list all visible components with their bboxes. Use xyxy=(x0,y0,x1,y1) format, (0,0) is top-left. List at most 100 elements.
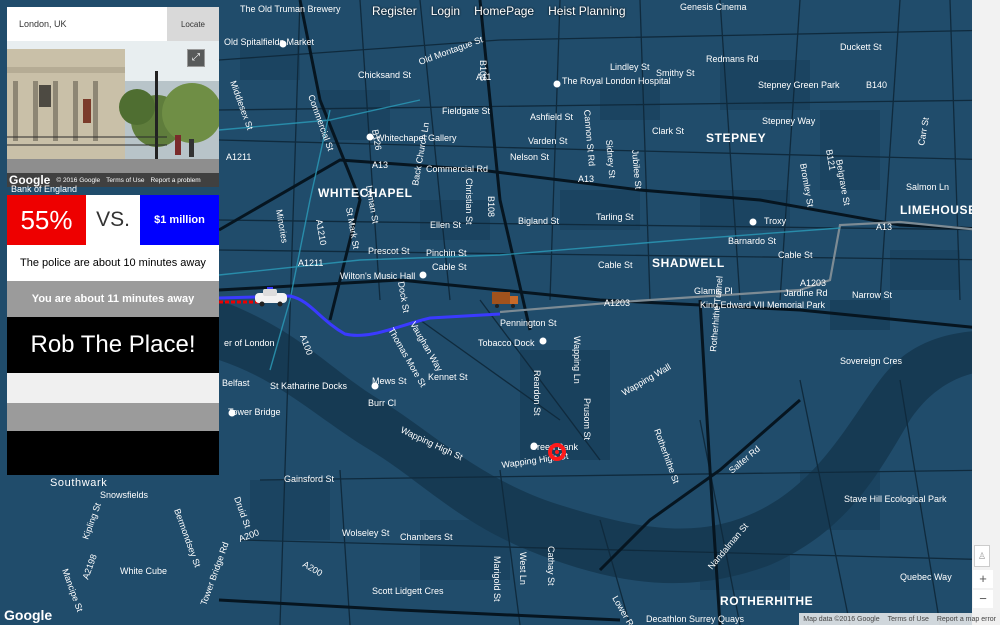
label-cathay: Cathay St xyxy=(546,546,556,586)
label-christian: Christian St xyxy=(464,178,474,225)
empty-bar-black xyxy=(7,431,219,475)
prize-amount: $1 million xyxy=(140,195,219,245)
street-view-copyright: © 2016 Google xyxy=(56,176,101,184)
shield-a1203-2: A1203 xyxy=(800,278,826,288)
nav-heist-planning-link[interactable]: Heist Planning xyxy=(548,4,625,18)
label-prescot: Prescot St xyxy=(368,246,410,256)
label-tower-of-london: er of London xyxy=(224,338,275,348)
label-cable-1: Cable St xyxy=(432,262,467,272)
label-prusom: Prusom St xyxy=(582,398,592,441)
label-marigold: Marigold St xyxy=(492,556,502,602)
label-decathlon: Decathlon Surrey Quays xyxy=(646,614,745,624)
label-barnardo: Barnardo St xyxy=(728,236,777,246)
label-ellen: Ellen St xyxy=(430,220,462,230)
label-nelson: Nelson St xyxy=(510,152,550,162)
shield-a13-3: A13 xyxy=(876,222,892,232)
shield-b140: B140 xyxy=(866,80,887,90)
label-cable-2: Cable St xyxy=(598,260,633,270)
label-tower-bridge: Tower Bridge xyxy=(228,407,281,417)
label-tarling: Tarling St xyxy=(596,212,634,222)
label-pinchin: Pinchin St xyxy=(426,248,467,258)
label-truman: The Old Truman Brewery xyxy=(240,4,341,14)
label-reardon: Reardon St xyxy=(532,370,542,416)
heist-panel: Locate xyxy=(7,7,219,475)
label-spitalfields: Old Spitalfields Market xyxy=(224,37,315,47)
label-duckett: Duckett St xyxy=(840,42,882,52)
label-lindley: Lindley St xyxy=(610,62,650,72)
locate-button[interactable]: Locate xyxy=(167,7,219,41)
label-genesis: Genesis Cinema xyxy=(680,2,747,12)
shield-b108-2: B108 xyxy=(478,60,488,81)
versus-label: VS. xyxy=(86,195,140,245)
label-tobacco-dock: Tobacco Dock xyxy=(478,338,535,348)
label-white-cube: White Cube xyxy=(120,566,167,576)
map-google-logo: Google xyxy=(4,607,53,623)
label-kennet: Kennet St xyxy=(428,372,468,382)
label-wapping-ln: Wapping Ln xyxy=(572,336,582,384)
odds-row: 55% VS. $1 million xyxy=(7,195,219,245)
label-sovereign: Sovereign Cres xyxy=(840,356,903,366)
label-fieldgate: Fieldgate St xyxy=(442,106,491,116)
nav-register-link[interactable]: Register xyxy=(372,4,417,18)
label-redmans: Redmans Rd xyxy=(706,54,759,64)
success-percent: 55% xyxy=(7,195,86,245)
label-bigland: Bigland St xyxy=(518,216,560,226)
label-salmon: Salmon Ln xyxy=(906,182,949,192)
map-data-credit: Map data ©2016 Google xyxy=(803,615,880,623)
empty-bar-grey xyxy=(7,403,219,431)
map-app: WHITECHAPEL STEPNEY LIMEHOUSE SHADWELL R… xyxy=(0,0,1000,625)
label-clark: Clark St xyxy=(652,126,685,136)
label-st-katharine: St Katharine Docks xyxy=(270,381,348,391)
expand-icon[interactable]: ⤢ xyxy=(187,49,205,67)
top-nav: Register Login HomePage Heist Planning xyxy=(372,4,626,18)
label-troxy: Troxy xyxy=(764,216,787,226)
shield-a1211: A1211 xyxy=(226,152,251,162)
label-ashfield: Ashfield St xyxy=(530,112,574,122)
rob-the-place-button[interactable]: Rob The Place! xyxy=(7,317,219,373)
area-stepney: STEPNEY xyxy=(706,131,766,145)
label-quebec: Quebec Way xyxy=(900,572,952,582)
label-varden: Varden St xyxy=(528,136,568,146)
label-belfast: Belfast xyxy=(222,378,250,388)
map-report-link[interactable]: Report a map error xyxy=(937,616,996,623)
street-view-report-link[interactable]: Report a problem xyxy=(150,177,200,184)
label-chicksand: Chicksand St xyxy=(358,70,412,80)
label-wiltons: Wilton's Music Hall xyxy=(340,271,415,281)
label-whitechapel-gallery: Whitechapel Gallery xyxy=(376,133,457,143)
label-pennington: Pennington St xyxy=(500,318,557,328)
your-eta: You are about 11 minutes away xyxy=(7,281,219,317)
nav-login-link[interactable]: Login xyxy=(431,4,460,18)
shield-a13-2: A13 xyxy=(578,174,594,184)
street-view-terms-link[interactable]: Terms of Use xyxy=(106,177,144,184)
label-commercial-rd: Commercial Rd xyxy=(426,164,488,174)
label-wolseley: Wolseley St xyxy=(342,528,390,538)
shield-a1203: A1203 xyxy=(604,298,630,308)
label-narrow: Narrow St xyxy=(852,290,893,300)
area-rotherhithe: ROTHERHITHE xyxy=(720,594,813,608)
label-gainsford: Gainsford St xyxy=(284,474,335,484)
shield-b108: B108 xyxy=(486,196,496,217)
empty-bar-white xyxy=(7,373,219,403)
location-search-input[interactable] xyxy=(7,7,167,41)
area-shadwell: SHADWELL xyxy=(652,256,725,270)
label-snowsfields: Snowsfields xyxy=(100,490,149,500)
zoom-in-button[interactable]: + xyxy=(973,570,993,588)
area-limehouse: LIMEHOUSE xyxy=(900,203,977,217)
label-royal-london: The Royal London Hospital xyxy=(562,76,671,86)
nav-homepage-link[interactable]: HomePage xyxy=(474,4,534,18)
police-eta: The police are about 10 minutes away xyxy=(7,245,219,281)
street-view-panel[interactable]: ⤢ Google © 2016 Google Terms of Use Repo… xyxy=(7,41,219,187)
label-west-ln: West Ln xyxy=(518,552,528,585)
street-view-caption: Bank of England xyxy=(11,184,78,194)
map-attribution: Map data ©2016 Google Terms of Use Repor… xyxy=(799,613,1000,625)
pegman-icon[interactable]: ♙ xyxy=(974,545,990,567)
label-chambers: Chambers St xyxy=(400,532,453,542)
label-jardine: Jardine Rd xyxy=(784,288,828,298)
search-row: Locate xyxy=(7,7,219,41)
label-burr: Burr Cl xyxy=(368,398,396,408)
label-scott-lidgett: Scott Lidgett Cres xyxy=(372,586,444,596)
shield-a13: A13 xyxy=(372,160,388,170)
map-terms-link[interactable]: Terms of Use xyxy=(888,616,929,623)
zoom-out-button[interactable]: − xyxy=(973,590,993,608)
shield-a1211-2: A1211 xyxy=(298,258,323,268)
